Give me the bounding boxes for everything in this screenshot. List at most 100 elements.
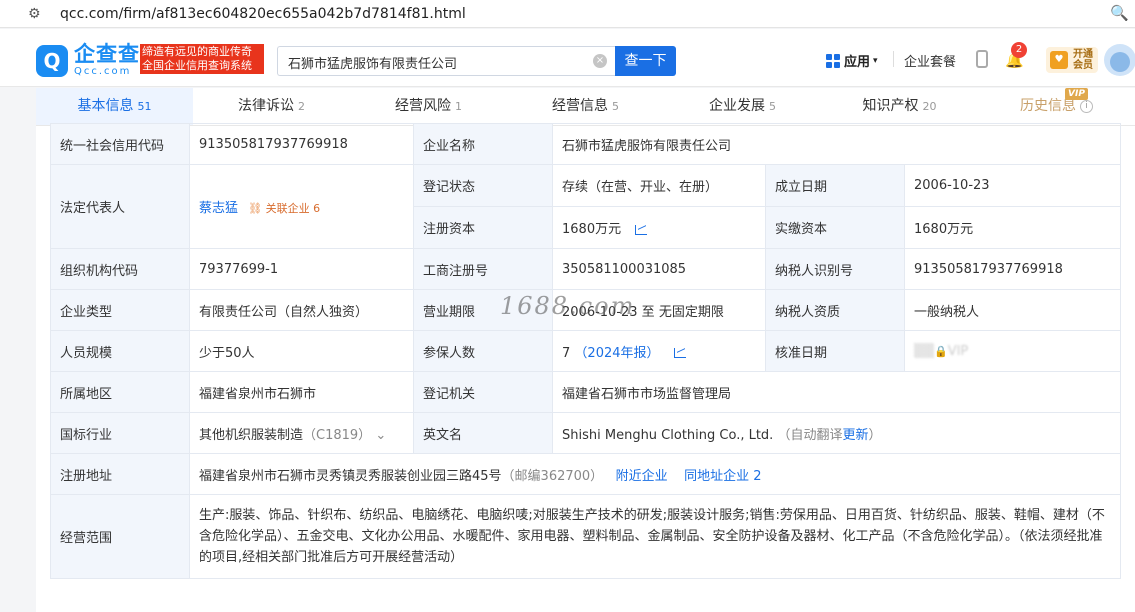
tab-count: 20 [922,100,937,113]
caret-down-icon: ▾ [873,55,878,66]
related-companies-link[interactable]: ⛓ 关联企业 6 [248,200,320,216]
tab-label: 企业发展 [709,98,765,114]
basic-info-table: 统一社会信用代码 913505817937769918 企业名称 石狮市猛虎服饰… [50,123,1121,579]
org-code-value: 79377699-1 [189,248,414,290]
scope-cell: 生产:服装、饰品、针织布、纺织品、电脑绣花、电脑织唛;对服装生产技术的研发;服装… [189,494,1121,579]
insured-label: 参保人数 [413,330,553,372]
approved-locked: VIP [947,343,969,359]
site-settings-icon[interactable]: ⚙ [28,6,50,22]
tab-legal[interactable]: 法律诉讼 2 [193,88,350,125]
tab-count: 51 [137,100,152,113]
search-input[interactable]: 石狮市猛虎服饰有限责任公司 × [277,46,615,76]
divider [893,51,894,67]
term-label: 营业期限 [413,289,553,331]
reg-status-value: 存续（在营、开业、在册） [552,164,766,207]
approved-cell[interactable]: ▒▒🔒VIP [904,330,1121,372]
term-value: 2006-10-23 至 无固定期限 [552,289,766,331]
org-code-label: 组织机构代码 [50,248,190,290]
address-cell: 福建省泉州市石狮市灵秀镇灵秀服装创业园三路45号（邮编362700） 附近企业 … [189,453,1121,495]
company-type-value: 有限责任公司（自然人独资） [189,289,414,331]
english-name-cell: Shishi Menghu Clothing Co., Ltd. （自动翻译更新… [552,412,1121,454]
vip-line-2: 会员 [1073,60,1093,71]
legal-rep-link[interactable]: 蔡志猛 [199,201,238,216]
taxpayer-id-value: 913505817937769918 [904,248,1121,290]
paid-capital-value: 1680万元 [904,206,1121,249]
related-label: 关联企业 [265,202,310,215]
credit-code-label: 统一社会信用代码 [50,123,190,165]
zoom-icon[interactable]: 🔍 [1110,4,1129,22]
tab-label: 经营风险 [395,98,451,114]
apps-label: 应用 [844,55,871,70]
approved-label: 核准日期 [765,330,905,372]
chevron-down-icon[interactable]: ⌄ [375,428,386,443]
clear-icon[interactable]: × [593,54,607,68]
tab-ip[interactable]: 知识产权 20 [821,88,978,125]
tab-risk[interactable]: 经营风险 1 [350,88,507,125]
same-address-count: 2 [753,468,762,484]
address-value: 福建省泉州市石狮市灵秀镇灵秀服装创业园三路45号 [199,468,502,484]
tab-label: 基本信息 [77,98,134,114]
industry-cell[interactable]: 其他机织服装制造（C1819） ⌄ [189,412,414,454]
mobile-icon[interactable] [976,50,988,68]
vip-line-1: 开通 [1073,49,1093,60]
insured-cell: 7 （2024年报） [552,330,766,372]
biz-reg-no-value: 350581100031085 [552,248,766,290]
company-tabs: 基本信息 51 法律诉讼 2 经营风险 1 经营信息 5 企业发展 5 知识产权 20 历史… [36,88,1135,126]
search-button[interactable]: 查一下 [615,46,676,76]
biz-reg-no-label: 工商注册号 [413,248,553,290]
package-link[interactable]: 企业套餐 [904,51,956,70]
info-icon[interactable]: i [1080,99,1093,113]
browser-address-bar[interactable]: ⚙ qcc.com/firm/af813ec604820ec655a042b7d… [0,0,1135,28]
tab-count: 1 [455,100,462,113]
english-name-label: 英文名 [413,412,553,454]
update-link[interactable]: 更新 [842,428,868,443]
slogan-banner: 缔造有远见的商业传奇 全国企业信用查询系统 [140,44,264,74]
avatar[interactable] [1104,44,1135,76]
postcode: （邮编362700） [501,468,604,484]
founded-value: 2006-10-23 [904,164,1121,207]
reg-capital-label: 注册资本 [413,206,553,249]
legal-rep-cell: 蔡志猛 ⛓ 关联企业 6 [189,164,414,249]
tab-basic-info[interactable]: 基本信息 51 [36,88,193,125]
reg-capital-value: 1680万元 [562,222,622,237]
company-type-label: 企业类型 [50,289,190,331]
tab-label: 历史信息 [1020,98,1076,114]
tab-operations[interactable]: 经营信息 5 [507,88,664,125]
authority-value: 福建省石狮市市场监督管理局 [552,371,1121,413]
tab-history[interactable]: 历史信息 i [978,88,1135,125]
blurred-date: ▒▒ [914,343,934,359]
site-header: Q 企查查 Qcc.com 缔造有远见的商业传奇 全国企业信用查询系统 石狮市猛… [0,29,1135,87]
trend-chart-icon[interactable] [673,348,686,358]
same-address-link[interactable]: 同地址企业 2 [684,469,761,484]
vip-button[interactable]: ♥ 开通 会员 [1046,47,1098,73]
taxpayer-id-label: 纳税人识别号 [765,248,905,290]
scope-value: 生产:服装、饰品、针织布、纺织品、电脑绣花、电脑织唛;对服装生产技术的研发;服装… [199,508,1105,565]
apps-menu[interactable]: 应用 ▾ [826,51,878,70]
tab-label: 法律诉讼 [238,98,294,114]
nearby-companies-link[interactable]: 附近企业 [616,469,668,484]
insured-year-link[interactable]: （2024年报） [574,346,659,361]
insured-value: 7 [562,345,571,361]
industry-value: 其他机织服装制造 [199,427,304,443]
taxpayer-qual-value: 一般纳税人 [904,289,1121,331]
url-text[interactable]: qcc.com/firm/af813ec604820ec655a042b7d78… [60,6,466,22]
taxpayer-qual-label: 纳税人资质 [765,289,905,331]
staff-size-value: 少于50人 [189,330,414,372]
address-label: 注册地址 [50,453,190,495]
region-label: 所属地区 [50,371,190,413]
logo-en: Qcc.com [74,66,132,77]
tab-count: 5 [612,100,619,113]
logo[interactable]: Q 企查查 Qcc.com [36,44,140,77]
auto-translate-note: （自动翻译 [777,427,843,443]
slogan-line-2: 全国企业信用查询系统 [142,59,252,72]
tab-development[interactable]: 企业发展 5 [664,88,821,125]
industry-label: 国标行业 [50,412,190,454]
apps-grid-icon [826,53,840,68]
vip-tag: VIP [1065,88,1088,100]
slogan-line-1: 缔造有远见的商业传奇 [142,45,252,58]
company-name-label: 企业名称 [413,123,553,165]
reg-status-label: 登记状态 [413,164,553,207]
trend-chart-icon[interactable] [635,224,648,235]
authority-label: 登记机关 [413,371,553,413]
company-name-value: 石狮市猛虎服饰有限责任公司 [552,123,1121,165]
